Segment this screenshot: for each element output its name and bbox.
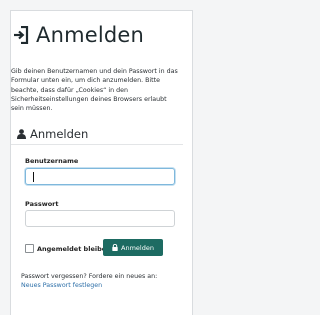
reset-password-link[interactable]: Neues Passwort festlegen [21, 281, 102, 290]
username-input[interactable] [25, 168, 175, 185]
heading-divider [11, 144, 183, 145]
text-caret [33, 172, 34, 182]
intro-text: Gib deinen Benutzernamen und dein Passwo… [11, 68, 178, 113]
password-label: Passwort [25, 200, 59, 208]
forgot-password-text: Passwort vergessen? Fordere ein neues an… [21, 273, 158, 280]
lock-icon [112, 244, 118, 251]
sign-in-icon [13, 26, 29, 44]
remember-label[interactable]: Angemeldet bleiben [37, 245, 111, 253]
form-heading-text: Anmelden [30, 127, 89, 141]
remember-checkbox[interactable] [25, 244, 34, 253]
form-heading: Anmelden [17, 127, 88, 141]
password-input[interactable] [25, 210, 175, 227]
login-button-label: Anmelden [121, 243, 154, 252]
user-icon [17, 129, 26, 139]
scrollbar-track[interactable] [196, 0, 200, 315]
login-button[interactable]: Anmelden [103, 239, 163, 256]
username-label: Benutzername [25, 157, 79, 165]
page-title-text: Anmelden [36, 23, 145, 47]
remember-me[interactable]: Angemeldet bleiben [25, 244, 111, 253]
page-title: Anmelden [13, 23, 144, 47]
